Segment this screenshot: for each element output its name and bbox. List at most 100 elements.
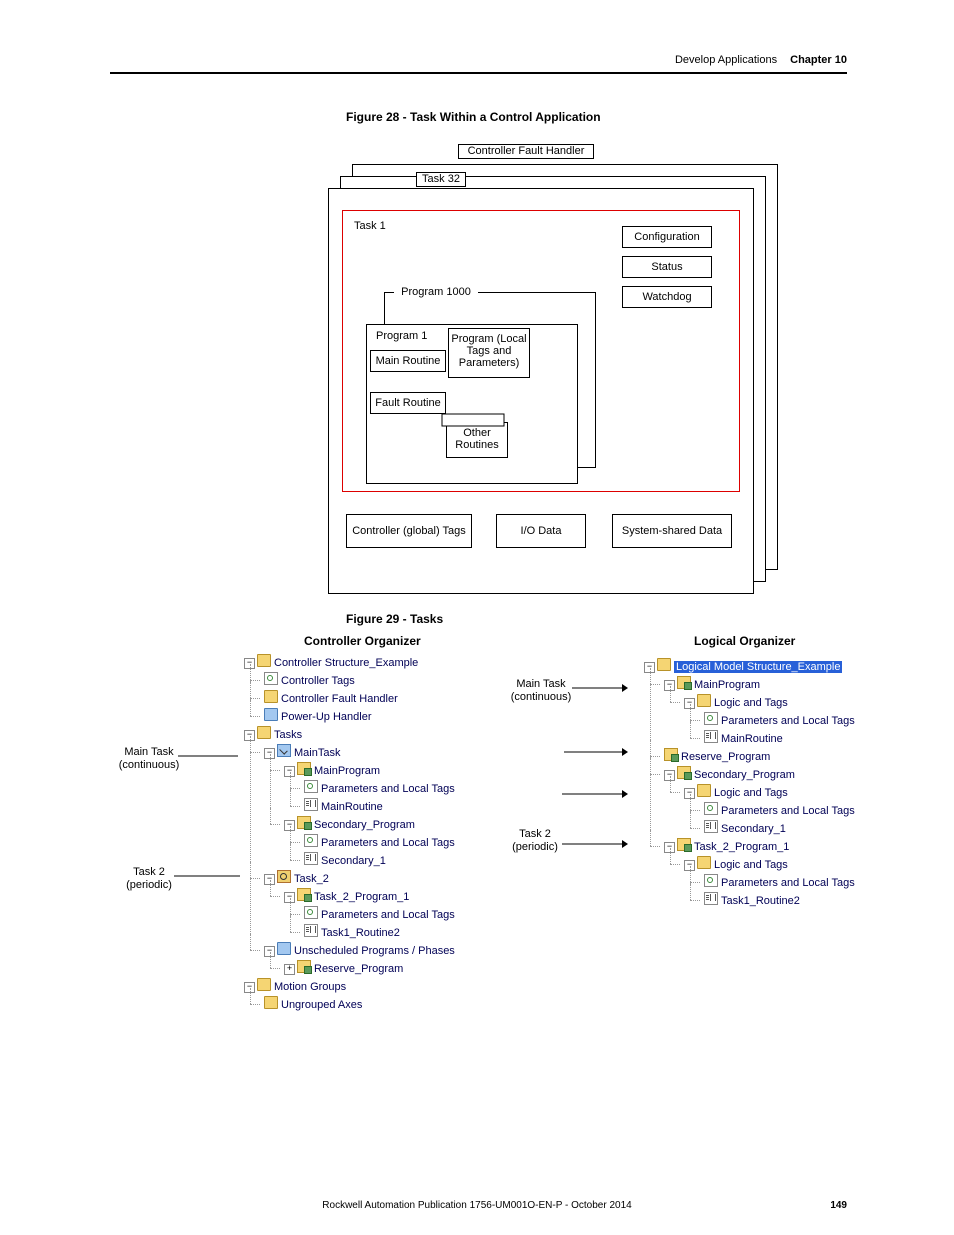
header-rule: [110, 72, 847, 74]
tree-item[interactable]: MainRoutine: [321, 801, 383, 813]
folder-icon: [257, 726, 271, 739]
program-icon: [297, 960, 311, 973]
tree-item[interactable]: Secondary_Program: [314, 819, 415, 831]
header-section: Develop Applications: [675, 54, 777, 66]
tree-item[interactable]: Task_2_Program_1: [314, 891, 409, 903]
program-icon: [664, 748, 678, 761]
folder-icon: [697, 694, 711, 707]
folder-icon: [697, 784, 711, 797]
program-icon: [297, 762, 311, 775]
tags-icon: [704, 802, 718, 815]
prog-local-box: Program (Local Tags and Parameters): [448, 328, 530, 378]
figure29-area: Controller Organizer Logical Organizer M…: [104, 634, 847, 1034]
tree-item[interactable]: Parameters and Local Tags: [321, 909, 455, 921]
tree-item[interactable]: Parameters and Local Tags: [321, 837, 455, 849]
annot-main-task-right: Main Task (continuous): [510, 678, 572, 704]
tree-item[interactable]: MainRoutine: [721, 733, 783, 745]
tree-item[interactable]: Task1_Routine2: [321, 927, 400, 939]
routine-icon: [704, 730, 718, 743]
status-box: Status: [622, 256, 712, 278]
tree-item[interactable]: Controller Fault Handler: [281, 693, 398, 705]
ctrl-fault-handler: Controller Fault Handler: [458, 144, 594, 159]
tree-item[interactable]: Parameters and Local Tags: [721, 715, 855, 727]
tree-item[interactable]: Secondary_1: [321, 855, 386, 867]
folder-icon: [257, 654, 271, 667]
controller-organizer-tree[interactable]: −Controller Structure_Example Controller…: [224, 654, 455, 1014]
main-routine-box: Main Routine: [370, 350, 446, 372]
tree-root[interactable]: Controller Structure_Example: [274, 657, 418, 669]
prog1-label: Program 1: [376, 330, 427, 342]
folder-icon: [697, 856, 711, 869]
figure29-caption: Figure 29 - Tasks: [346, 612, 847, 626]
routine-icon: [304, 924, 318, 937]
tree-item[interactable]: Task1_Routine2: [721, 895, 800, 907]
tags-icon: [704, 712, 718, 725]
tree-item[interactable]: Unscheduled Programs / Phases: [294, 945, 455, 957]
program-icon: [297, 816, 311, 829]
header-chapter: Chapter 10: [790, 54, 847, 66]
page-footer: Rockwell Automation Publication 1756-UM0…: [107, 1200, 847, 1211]
tags-icon: [304, 780, 318, 793]
tree-item[interactable]: Task_2: [294, 873, 329, 885]
tree-item[interactable]: MainTask: [294, 747, 340, 759]
tree-item[interactable]: Task_2_Program_1: [694, 841, 789, 853]
annot-task2-right: Task 2 (periodic): [510, 828, 560, 854]
figure28-diagram: Controller Fault Handler Task 32 Task 1 …: [328, 140, 772, 596]
tree-item[interactable]: Parameters and Local Tags: [321, 783, 455, 795]
program-icon: [677, 766, 691, 779]
folder-icon: [264, 708, 278, 721]
task32-label: Task 32: [416, 172, 466, 187]
tree-item[interactable]: Secondary_1: [721, 823, 786, 835]
routine-icon: [704, 892, 718, 905]
tree-item[interactable]: MainProgram: [694, 679, 760, 691]
tree-item[interactable]: Parameters and Local Tags: [721, 805, 855, 817]
tree-item[interactable]: Motion Groups: [274, 981, 346, 993]
config-box: Configuration: [622, 226, 712, 248]
fault-routine-box: Fault Routine: [370, 392, 446, 414]
tree-root-selected[interactable]: Logical Model Structure_Example: [674, 661, 842, 673]
tree-item[interactable]: Logic and Tags: [714, 697, 788, 709]
tree-item[interactable]: Tasks: [274, 729, 302, 741]
folder-icon: [264, 996, 278, 1009]
page-header: Develop Applications Chapter 10: [110, 54, 847, 72]
tree-item[interactable]: Controller Tags: [281, 675, 355, 687]
tree-item[interactable]: Logic and Tags: [714, 787, 788, 799]
tree-item[interactable]: Reserve_Program: [314, 963, 403, 975]
sys-shared-box: System-shared Data: [612, 514, 732, 548]
routine-icon: [304, 798, 318, 811]
task-continuous-icon: [277, 744, 291, 757]
watchdog-box: Watchdog: [622, 286, 712, 308]
tree-item[interactable]: MainProgram: [314, 765, 380, 777]
program-icon: [677, 838, 691, 851]
annot-task2-left: Task 2 (periodic): [124, 866, 174, 892]
logical-organizer-tree[interactable]: −Logical Model Structure_Example −MainPr…: [624, 658, 855, 910]
task-periodic-icon: [277, 870, 291, 883]
global-tags-box: Controller (global) Tags: [346, 514, 472, 548]
tree-item[interactable]: Logic and Tags: [714, 859, 788, 871]
task1-label: Task 1: [354, 220, 386, 232]
tags-icon: [704, 874, 718, 887]
tree-item[interactable]: Reserve_Program: [681, 751, 770, 763]
page-number: 149: [830, 1200, 847, 1211]
folder-icon: [264, 690, 278, 703]
folder-icon: [277, 942, 291, 955]
tree-item[interactable]: Parameters and Local Tags: [721, 877, 855, 889]
prog1000-label: Program 1000: [394, 286, 478, 299]
folder-icon: [257, 978, 271, 991]
tags-icon: [264, 672, 278, 685]
program-icon: [677, 676, 691, 689]
annot-main-task-left: Main Task (continuous): [118, 746, 180, 772]
tags-icon: [304, 906, 318, 919]
tags-icon: [304, 834, 318, 847]
tree-item[interactable]: Power-Up Handler: [281, 711, 371, 723]
figure28-caption: Figure 28 - Task Within a Control Applic…: [346, 110, 847, 124]
footer-publication: Rockwell Automation Publication 1756-UM0…: [322, 1200, 631, 1211]
logical-organizer-title: Logical Organizer: [694, 634, 795, 648]
expand-icon[interactable]: +: [284, 964, 295, 975]
folder-icon: [657, 658, 671, 671]
tree-item[interactable]: Ungrouped Axes: [281, 999, 362, 1011]
tree-item[interactable]: Secondary_Program: [694, 769, 795, 781]
routine-icon: [704, 820, 718, 833]
io-data-box: I/O Data: [496, 514, 586, 548]
routine-icon: [304, 852, 318, 865]
